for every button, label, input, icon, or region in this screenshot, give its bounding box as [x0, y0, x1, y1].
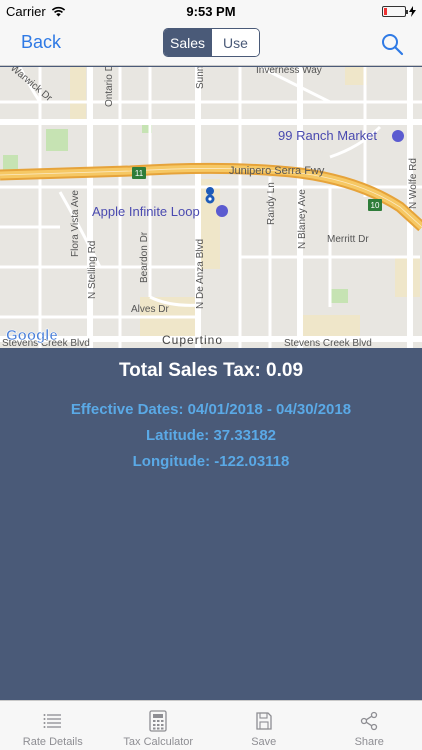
total-sales-tax: Total Sales Tax: 0.09: [118, 360, 304, 381]
longitude: Longitude: -122.03118: [132, 453, 290, 470]
route-shield-10-label: 10: [371, 201, 380, 210]
search-icon[interactable]: [380, 32, 404, 56]
tab-rate-details[interactable]: Rate Details: [0, 701, 106, 750]
poi-label-apple: Apple Infinite Loop: [92, 204, 200, 219]
route-shield-11-left: 11: [132, 167, 146, 179]
tab-tax-calculator[interactable]: Tax Calculator: [106, 701, 212, 750]
wifi-icon: [51, 6, 65, 16]
map-label-deanza: N De Anza Blvd: [195, 239, 206, 309]
segment-use[interactable]: Use: [211, 29, 259, 56]
google-logo: Google: [6, 327, 58, 344]
map-label-wolfe: N Wolfe Rd: [408, 158, 419, 209]
latitude: Latitude: 37.33182: [145, 427, 277, 444]
map-view[interactable]: 11 10 Inverness Way Junipero Serra Fwy M…: [0, 67, 422, 348]
tab-label-share: Share: [354, 736, 384, 748]
map-label-stevens-right: Stevens Creek Blvd: [284, 338, 372, 348]
tab-share[interactable]: Share: [317, 701, 422, 750]
map-label-flora: Flora Vista Ave: [70, 190, 81, 257]
map-label-blaney: N Blaney Ave: [297, 189, 308, 249]
route-shield-10: 10: [368, 199, 382, 211]
back-button[interactable]: Back: [21, 32, 61, 53]
poi-label-99-ranch: 99 Ranch Market: [278, 128, 377, 143]
tax-info-panel: Total Sales Tax: 0.09 Effective Dates: 0…: [0, 348, 422, 700]
building-icon: [216, 205, 228, 217]
sales-use-segmented-control: Sales Use: [163, 28, 260, 57]
navigation-bar: Back Sales Use: [0, 22, 422, 66]
status-bar: Carrier 9:53 PM: [0, 0, 422, 22]
map-label-randy: Randy Ln: [266, 182, 277, 225]
carrier-label: Carrier: [6, 3, 46, 19]
tab-save[interactable]: Save: [211, 701, 317, 750]
shopping-bag-icon: [392, 130, 404, 142]
map-label-warwick: Warwick Dr: [8, 67, 54, 104]
map-label-sunnyvale: Sunnyvale: [195, 67, 206, 89]
map-label-inverness: Inverness Way: [256, 67, 322, 76]
effective-dates: Effective Dates: 04/01/2018 - 04/30/2018: [70, 401, 352, 418]
poi-99-ranch-market[interactable]: 99 Ranch Market: [278, 128, 404, 143]
calculator-icon: [149, 710, 167, 732]
map-label-beardon: Beardon Dr: [139, 231, 150, 283]
map-label-ontario: Ontario Dr: [104, 67, 115, 107]
route-shield-11-left-label: 11: [135, 169, 144, 178]
map-label-merritt: Merritt Dr: [327, 234, 369, 245]
list-icon: [43, 714, 61, 728]
charging-bolt-icon: [409, 5, 416, 17]
map-label-junipero: Junipero Serra Fwy: [229, 165, 325, 177]
tab-label-tax-calculator: Tax Calculator: [123, 736, 194, 748]
tab-label-save: Save: [251, 736, 277, 748]
battery-icon: [382, 5, 408, 17]
map-label-alves: Alves Dr: [131, 304, 169, 315]
tab-bar: Rate Details Tax Calculator Save Share: [0, 700, 422, 750]
map-label-cupertino: Cupertino: [162, 333, 223, 347]
save-icon: [256, 712, 272, 730]
map-label-stelling: N Stelling Rd: [87, 241, 98, 299]
tab-label-rate-details: Rate Details: [22, 736, 83, 748]
segment-sales[interactable]: Sales: [164, 29, 211, 56]
share-icon: [361, 711, 378, 731]
